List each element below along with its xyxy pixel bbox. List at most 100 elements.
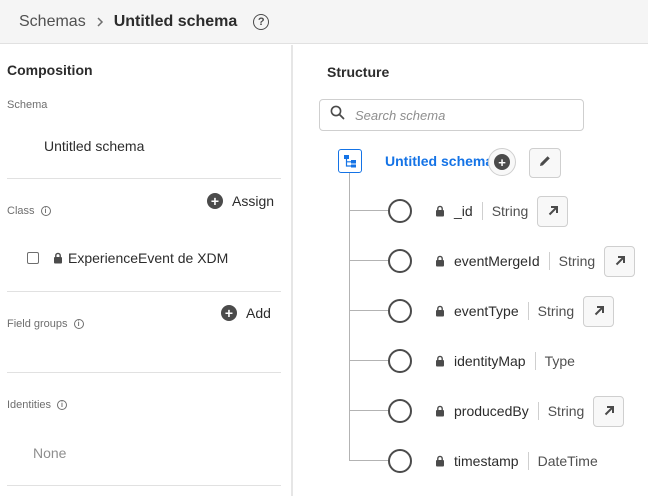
edit-pencil-icon [538, 154, 552, 173]
separator [548, 252, 550, 270]
assign-class-button[interactable]: + Assign [207, 193, 274, 209]
lock-icon [435, 455, 445, 467]
lock-icon [435, 405, 445, 417]
field-entry[interactable]: producedBy String [435, 395, 625, 427]
plus-circle-icon: + [207, 193, 223, 209]
class-item-label: ExperienceEvent de XDM [68, 250, 229, 266]
field-node-icon[interactable] [388, 199, 412, 223]
schema-label-text: Schema [7, 99, 48, 111]
divider [7, 291, 281, 292]
tree-branch-line [349, 410, 389, 411]
field-entry[interactable]: eventType String [435, 295, 615, 327]
field-type: DateTime [537, 453, 598, 469]
divider [7, 178, 281, 179]
field-entry[interactable]: identityMap Type [435, 345, 575, 377]
structure-title: Structure [327, 64, 390, 80]
assign-label: Assign [232, 193, 275, 209]
tree-branch-line [349, 460, 389, 461]
field-name: _id [454, 203, 473, 219]
field-name: identityMap [454, 353, 526, 369]
field-type: String [547, 403, 585, 419]
composition-panel: Composition Schema Untitled schema Class… [0, 45, 293, 496]
separator [527, 302, 529, 320]
field-node-icon[interactable] [388, 299, 412, 323]
page-title: Untitled schema [113, 12, 238, 30]
field-name: producedBy [454, 403, 529, 419]
page-header: Schemas Untitled schema ? [0, 0, 648, 44]
field-name: eventType [454, 303, 519, 319]
help-icon[interactable]: ? [253, 13, 270, 30]
add-field-group-button[interactable]: + Add [221, 305, 271, 321]
identities-label-text: Identities [7, 399, 52, 411]
search-icon [330, 105, 345, 125]
separator [481, 202, 483, 220]
lock-icon [53, 252, 63, 264]
separator [534, 352, 536, 370]
tree-branch-line [349, 360, 389, 361]
root-schema-name[interactable]: Untitled schema [385, 153, 493, 169]
edit-schema-button[interactable] [529, 148, 561, 178]
tree-branch-line [349, 210, 389, 211]
lock-icon [435, 255, 445, 267]
info-icon[interactable]: i [57, 400, 68, 410]
add-field-button[interactable]: + [488, 148, 516, 176]
class-item[interactable]: ExperienceEvent de XDM [27, 250, 228, 266]
field-type: Type [544, 353, 575, 369]
field-type: String [491, 203, 529, 219]
field-node-icon[interactable] [388, 249, 412, 273]
field-entry[interactable]: timestamp DateTime [435, 445, 598, 477]
plus-circle-icon: + [494, 154, 510, 170]
open-field-button[interactable] [593, 395, 625, 427]
field-type: String [537, 303, 575, 319]
open-link-arrow-icon [548, 206, 558, 216]
tree-row[interactable]: timestamp DateTime [295, 445, 648, 477]
open-link-arrow-icon [615, 256, 625, 266]
chevron-right-icon [93, 16, 107, 27]
field-node-icon[interactable] [388, 349, 412, 373]
field-node-icon[interactable] [388, 399, 412, 423]
structure-panel: Structure Untitled schema + _id String [295, 45, 648, 496]
search-box[interactable] [319, 99, 584, 131]
search-input[interactable] [353, 106, 577, 124]
field-entry[interactable]: _id String [435, 195, 569, 227]
open-link-arrow-icon [594, 306, 604, 316]
separator [537, 402, 539, 420]
class-label-text: Class [7, 205, 35, 217]
tree-branch-line [349, 260, 389, 261]
lock-icon [435, 205, 445, 217]
breadcrumb-schemas[interactable]: Schemas [19, 13, 86, 31]
field-node-icon[interactable] [388, 449, 412, 473]
composition-title: Composition [7, 62, 93, 78]
field-name: timestamp [454, 453, 519, 469]
schema-name-value[interactable]: Untitled schema [44, 138, 144, 154]
open-field-button[interactable] [604, 245, 636, 277]
field-type: String [558, 253, 596, 269]
field-name: eventMergeId [454, 253, 540, 269]
class-checkbox[interactable] [27, 252, 39, 264]
add-label: Add [246, 305, 271, 321]
info-icon[interactable]: i [73, 319, 84, 329]
tree-row[interactable]: identityMap Type [295, 345, 648, 377]
divider [7, 372, 281, 373]
open-field-button[interactable] [537, 195, 569, 227]
tree-row[interactable]: eventType String [295, 295, 648, 327]
lock-icon [435, 305, 445, 317]
open-link-arrow-icon [604, 406, 614, 416]
tree-row[interactable]: _id String [295, 195, 648, 227]
schema-label: Schema [7, 99, 47, 111]
tree-row[interactable]: producedBy String [295, 395, 648, 427]
open-field-button[interactable] [583, 295, 615, 327]
field-groups-label-text: Field groups [7, 318, 68, 330]
divider [7, 485, 281, 486]
schema-tree-icon[interactable] [338, 149, 362, 173]
tree-branch-line [349, 310, 389, 311]
field-groups-label: Field groups i [7, 318, 84, 330]
separator [527, 452, 529, 470]
tree-row[interactable]: eventMergeId String [295, 245, 648, 277]
class-label: Class i [7, 205, 51, 217]
plus-circle-icon: + [221, 305, 237, 321]
identities-label: Identities i [7, 399, 68, 411]
identities-value: None [33, 445, 67, 461]
field-entry[interactable]: eventMergeId String [435, 245, 636, 277]
info-icon[interactable]: i [40, 206, 51, 216]
